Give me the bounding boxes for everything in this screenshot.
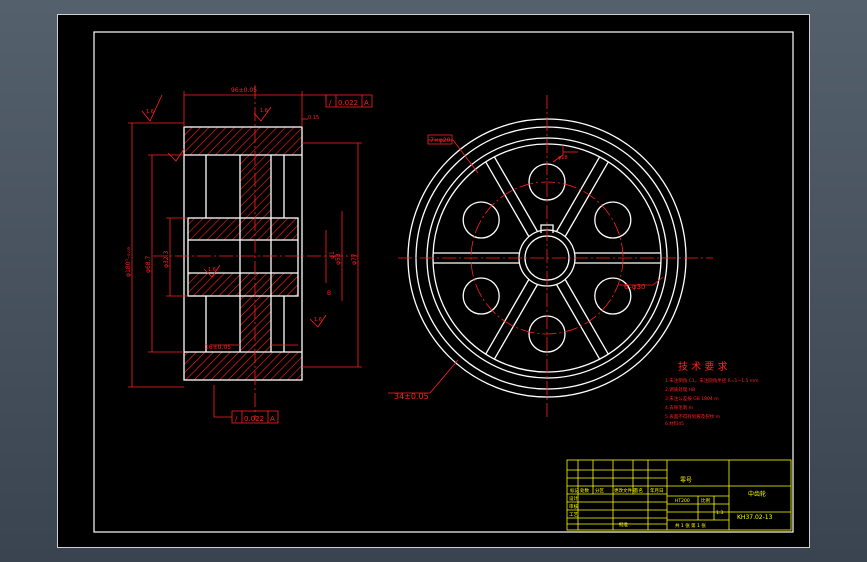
spoke-edge xyxy=(485,161,530,237)
row-label-count: 处数 xyxy=(580,487,589,494)
technical-requirements: 技 术 要 求 1.未注倒角 C1，未注圆角半径 R=1~1.5 mm 2.调质… xyxy=(665,360,759,427)
drawing-sheet: 96±0.05 1.6 1.6 1.6 1.6 / 0.022 A / 0.02… xyxy=(57,14,810,548)
tech-notes-title: 技 术 要 求 xyxy=(678,360,728,373)
tolerance-bottom-ref: A xyxy=(270,415,275,423)
tolerance-bottom-symbol: / xyxy=(235,415,238,423)
roughness-right: 1.6 xyxy=(314,317,322,323)
scale-label: 比例 xyxy=(701,497,710,504)
holes-callout: 6–φ30 xyxy=(624,283,645,291)
left-label-design: 设计 xyxy=(569,495,578,502)
part-label: 零号 xyxy=(680,477,692,484)
bore-tolerance: φ18 xyxy=(558,155,568,161)
right-diameter-3: φ77 xyxy=(351,253,358,265)
hub-bottom-hatch xyxy=(188,273,298,296)
title-block: 标记 处数 分区 更改文件号 签名 年月日 设计 审核 工艺 批准 零号 中齿轮… xyxy=(566,459,792,531)
spoke-edge xyxy=(556,284,601,360)
left-label-approve: 批准 xyxy=(619,521,628,528)
tech-note-line: 1.未注倒角 C1，未注圆角半径 R=1~1.5 mm xyxy=(665,377,759,384)
tolerance-top-ref: A xyxy=(364,99,369,107)
hub-top-hatch xyxy=(188,218,298,240)
spoke-edge xyxy=(485,279,530,355)
row-label-date: 年月日 xyxy=(650,487,664,494)
scale-value: 1:3 xyxy=(716,510,723,516)
tech-note-line: 5.表面不得有划痕及裂纹 m xyxy=(665,413,720,420)
tech-note-line: 3.未注公差按 GB 1804-m xyxy=(665,395,719,402)
web-width-dimension: 16±0.05 xyxy=(205,344,231,351)
row-label-zone: 分区 xyxy=(595,487,604,494)
spoke-edge xyxy=(564,279,609,355)
tech-note-line: 4.去除毛刺 m xyxy=(665,404,693,411)
tolerance-top-symbol: / xyxy=(329,99,332,107)
outer-diameter: φ180⁰₋₀.₀₅ xyxy=(125,246,132,277)
cad-drawing: 96±0.05 1.6 1.6 1.6 1.6 / 0.022 A / 0.02… xyxy=(93,31,794,533)
roughness-top: 1.6 xyxy=(260,108,268,114)
bore-diameter: φ32.3 xyxy=(163,251,170,269)
spoke-edge xyxy=(493,284,538,360)
drawing-number: KH37.02-13 xyxy=(737,514,773,521)
left-label-process: 工艺 xyxy=(569,512,578,518)
spoke-edge xyxy=(493,156,538,232)
right-diameter-2: φ53 xyxy=(335,253,342,265)
side-section-view: 96±0.05 1.6 1.6 1.6 1.6 / 0.022 A / 0.02… xyxy=(125,85,373,424)
keyway-dimension: 34±0.05 xyxy=(394,392,429,401)
left-label-review: 审核 xyxy=(569,503,578,510)
part-name: 中齿轮 xyxy=(748,490,766,498)
web-top-hatch xyxy=(240,188,271,218)
spoke-edge xyxy=(556,156,601,232)
row-label-mark: 标记 xyxy=(570,487,579,494)
spoke-edge xyxy=(564,161,609,237)
sheet-label: 共 1 张 第 1 张 xyxy=(675,522,706,529)
width-dimension: 96±0.05 xyxy=(231,87,257,94)
datum-label: B xyxy=(327,290,331,297)
tolerance-top-value: 0.022 xyxy=(338,99,358,107)
front-view: 7×φ20 φ18 6–φ30 34±0.05 xyxy=(388,95,713,420)
row-label-sign: 签名 xyxy=(634,487,643,494)
hole-callout: 7×φ20 xyxy=(430,137,451,144)
material: HT200 xyxy=(675,498,690,504)
roughness-left: 1.6 xyxy=(146,109,154,115)
hub-diameter: φ68.7 xyxy=(145,256,152,274)
lightening-hole xyxy=(462,201,500,239)
tech-note-line: 2.调质处理 HB xyxy=(665,386,695,393)
tech-note-line: 6.材料45 xyxy=(665,420,684,427)
chamfer-label: 0.15 xyxy=(308,115,319,121)
web-bottom-hatch xyxy=(240,296,271,319)
roughness-mid: 1.6 xyxy=(208,267,216,273)
tolerance-bottom-value: 0.022 xyxy=(244,415,264,423)
